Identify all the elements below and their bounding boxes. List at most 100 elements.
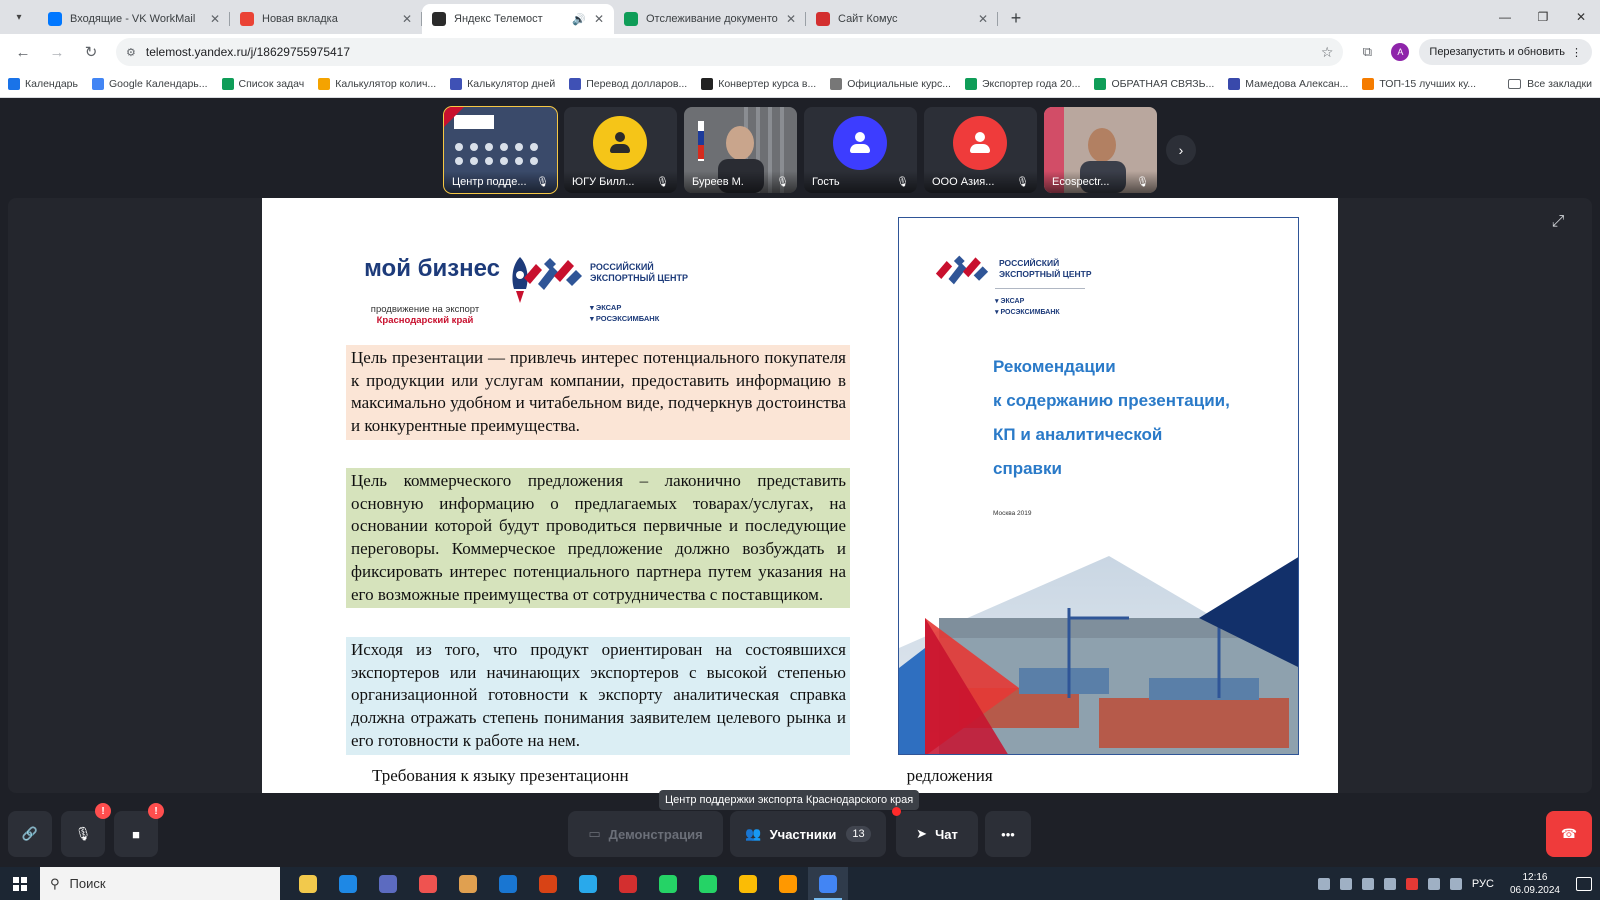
bookmark-item[interactable]: Список задач	[221, 77, 304, 90]
tray-icon[interactable]	[1317, 877, 1330, 890]
bookmark-item[interactable]: Перевод долларов...	[569, 77, 687, 90]
taskbar-app[interactable]	[288, 867, 328, 900]
bookmark-item[interactable]: Календарь	[8, 77, 78, 90]
site-info-icon[interactable]: ⚙	[126, 46, 136, 59]
browser-tab[interactable]: Отслеживание документов 20 ✕	[614, 4, 806, 34]
cloud-icon[interactable]	[1361, 877, 1374, 890]
browser-tab[interactable]: Сайт Комус ✕	[806, 4, 998, 34]
taskbar-app[interactable]	[568, 867, 608, 900]
wifi-icon[interactable]	[1427, 877, 1440, 890]
screen-share-button[interactable]: ▭ Демонстрация	[568, 811, 723, 857]
taskbar-app[interactable]	[808, 867, 848, 900]
bookmark-item[interactable]: ТОП-15 лучших ку...	[1362, 77, 1476, 90]
more-options-button[interactable]: •••	[985, 811, 1031, 857]
close-tab-icon[interactable]: ✕	[786, 12, 796, 26]
taskbar-app[interactable]	[728, 867, 768, 900]
bookmark-favicon-icon	[8, 77, 20, 90]
taskbar-app[interactable]	[368, 867, 408, 900]
strip-next-button[interactable]: ›	[1166, 135, 1196, 165]
speaker-icon[interactable]: 🔊	[572, 13, 586, 26]
volume-icon[interactable]	[1449, 877, 1462, 890]
tray-icon[interactable]	[1405, 877, 1418, 890]
taskbar-apps	[288, 867, 848, 900]
tab-search-button[interactable]: ▾	[6, 4, 32, 30]
mic-warning-badge: !	[95, 803, 111, 819]
new-tab-button[interactable]: +	[1002, 4, 1030, 32]
mic-off-icon: 🎙	[776, 176, 789, 188]
app-icon	[699, 874, 717, 893]
bookmark-item[interactable]: Экспортер года 20...	[964, 77, 1080, 90]
taskbar-app[interactable]	[648, 867, 688, 900]
bookmark-item[interactable]: Конвертер курса в...	[701, 77, 816, 90]
taskbar-app[interactable]	[328, 867, 368, 900]
participants-button[interactable]: 👥 Участники 13	[730, 811, 886, 857]
start-button[interactable]	[0, 867, 40, 900]
browser-tab[interactable]: Входящие - VK WorkMail ✕	[38, 4, 230, 34]
relaunch-button[interactable]: Перезапустить и обновить ⋮	[1419, 39, 1592, 65]
browser-tab[interactable]: Новая вкладка ✕	[230, 4, 422, 34]
close-tab-icon[interactable]: ✕	[594, 12, 604, 26]
taskbar-app[interactable]	[608, 867, 648, 900]
hang-up-button[interactable]: ☎	[1546, 811, 1592, 857]
presentation-slide: мой бизнес продвижение на экспорт Красно…	[262, 198, 1338, 793]
reload-button[interactable]: ↻	[76, 38, 106, 66]
participant-tile[interactable]: ЮГУ Билл... 🎙	[564, 107, 677, 193]
participant-avatar	[953, 116, 1007, 170]
extensions-icon[interactable]: ⧉	[1353, 38, 1381, 66]
language-indicator[interactable]: РУС	[1472, 878, 1494, 890]
notification-icon[interactable]	[1576, 876, 1592, 891]
address-bar[interactable]: ⚙ telemost.yandex.ru/j/18629755975417 ☆	[116, 38, 1344, 66]
restore-button[interactable]: ❐	[1524, 0, 1562, 34]
tab-title: Новая вкладка	[262, 13, 338, 25]
camera-toggle-button[interactable]: ■ !	[114, 803, 164, 857]
tray-icon[interactable]	[1339, 877, 1352, 890]
bookmark-item[interactable]: Официальные курс...	[830, 77, 951, 90]
mic-off-icon: 🎙	[656, 176, 669, 188]
copy-link-button[interactable]: 🔗	[8, 811, 52, 857]
mic-toggle-button[interactable]: 🎙 !	[61, 803, 111, 857]
person-icon	[607, 130, 633, 156]
taskbar-app[interactable]	[528, 867, 568, 900]
bookmark-star-icon[interactable]: ☆	[1321, 44, 1334, 61]
fullscreen-icon[interactable]: ⤢	[1544, 208, 1572, 236]
participant-tile[interactable]: Ecospectr... 🎙	[1044, 107, 1157, 193]
taskbar-app[interactable]	[768, 867, 808, 900]
participant-name: Ecospectr...	[1052, 176, 1110, 188]
bookmark-favicon-icon	[1362, 77, 1375, 90]
participant-tile[interactable]: Центр подде... 🎙	[443, 106, 558, 194]
bookmark-item[interactable]: Калькулятор дней	[450, 77, 555, 90]
taskbar-app[interactable]	[688, 867, 728, 900]
browser-tab[interactable]: Яндекс Телемост 🔊 ✕	[422, 4, 614, 34]
rec-cover-logo-icon	[935, 255, 989, 285]
taskbar-search[interactable]: ⚲ Поиск	[40, 867, 280, 900]
bookmark-item[interactable]: Мамедова Алексан...	[1228, 77, 1348, 90]
participant-tile[interactable]: Буреев М. 🎙	[684, 107, 797, 193]
participant-tile[interactable]: ООО Азия... 🎙	[924, 107, 1037, 193]
profile-avatar[interactable]: A	[1391, 43, 1410, 61]
chat-button[interactable]: ➤ Чат	[892, 807, 978, 857]
link-icon: 🔗	[21, 826, 39, 841]
bookmark-item[interactable]: Калькулятор колич...	[318, 77, 436, 90]
system-tray: РУС 12:16 06.09.2024	[1317, 871, 1600, 897]
taskbar-app[interactable]	[488, 867, 528, 900]
bookmark-item[interactable]: Google Календарь...	[92, 77, 208, 90]
tray-icon[interactable]	[1383, 877, 1396, 890]
forward-button[interactable]: →	[42, 38, 72, 66]
all-bookmarks-button[interactable]: Все закладки	[1508, 78, 1592, 90]
tab-favicon-icon	[240, 12, 254, 26]
close-window-button[interactable]: ✕	[1562, 0, 1600, 34]
taskbar-app[interactable]	[448, 867, 488, 900]
close-tab-icon[interactable]: ✕	[210, 12, 220, 26]
close-tab-icon[interactable]: ✕	[402, 12, 412, 26]
minimize-button[interactable]: —	[1486, 0, 1524, 34]
bookmarks-bar: Календарь Google Календарь... Список задач…	[0, 70, 1600, 98]
close-tab-icon[interactable]: ✕	[978, 12, 988, 26]
windows-taskbar: ⚲ Поиск РУС 12:16 06.09.2024	[0, 867, 1600, 900]
taskbar-app[interactable]	[408, 867, 448, 900]
clock[interactable]: 12:16 06.09.2024	[1504, 871, 1566, 897]
bookmark-favicon-icon	[569, 77, 582, 90]
participant-tile[interactable]: Гость 🎙	[804, 107, 917, 193]
bookmark-item[interactable]: ОБРАТНАЯ СВЯЗЬ...	[1094, 77, 1214, 90]
participant-name: Центр подде...	[452, 176, 527, 188]
back-button[interactable]: ←	[8, 38, 38, 66]
